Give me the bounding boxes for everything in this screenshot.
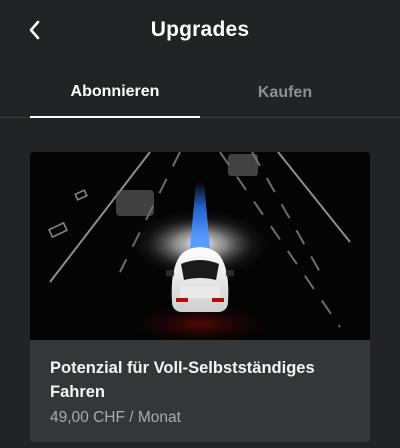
card-title: Potenzial für Voll-Selbstständiges Fahre… [50,359,315,401]
tab-subscribe[interactable]: Abonnieren [30,68,200,118]
app-header: Upgrades [0,0,400,60]
tab-buy[interactable]: Kaufen [200,68,370,117]
autopilot-illustration [30,152,370,346]
page-title: Upgrades [150,18,250,41]
card-price: 49,00 CHF / Monat [50,409,181,426]
upgrade-card[interactable]: Potenzial für Voll-Selbstständiges Fahre… [30,152,370,442]
tab-bar: Abonnieren Kaufen [0,68,400,118]
card-body: Potenzial für Voll-Selbstständiges Fahre… [30,340,370,442]
